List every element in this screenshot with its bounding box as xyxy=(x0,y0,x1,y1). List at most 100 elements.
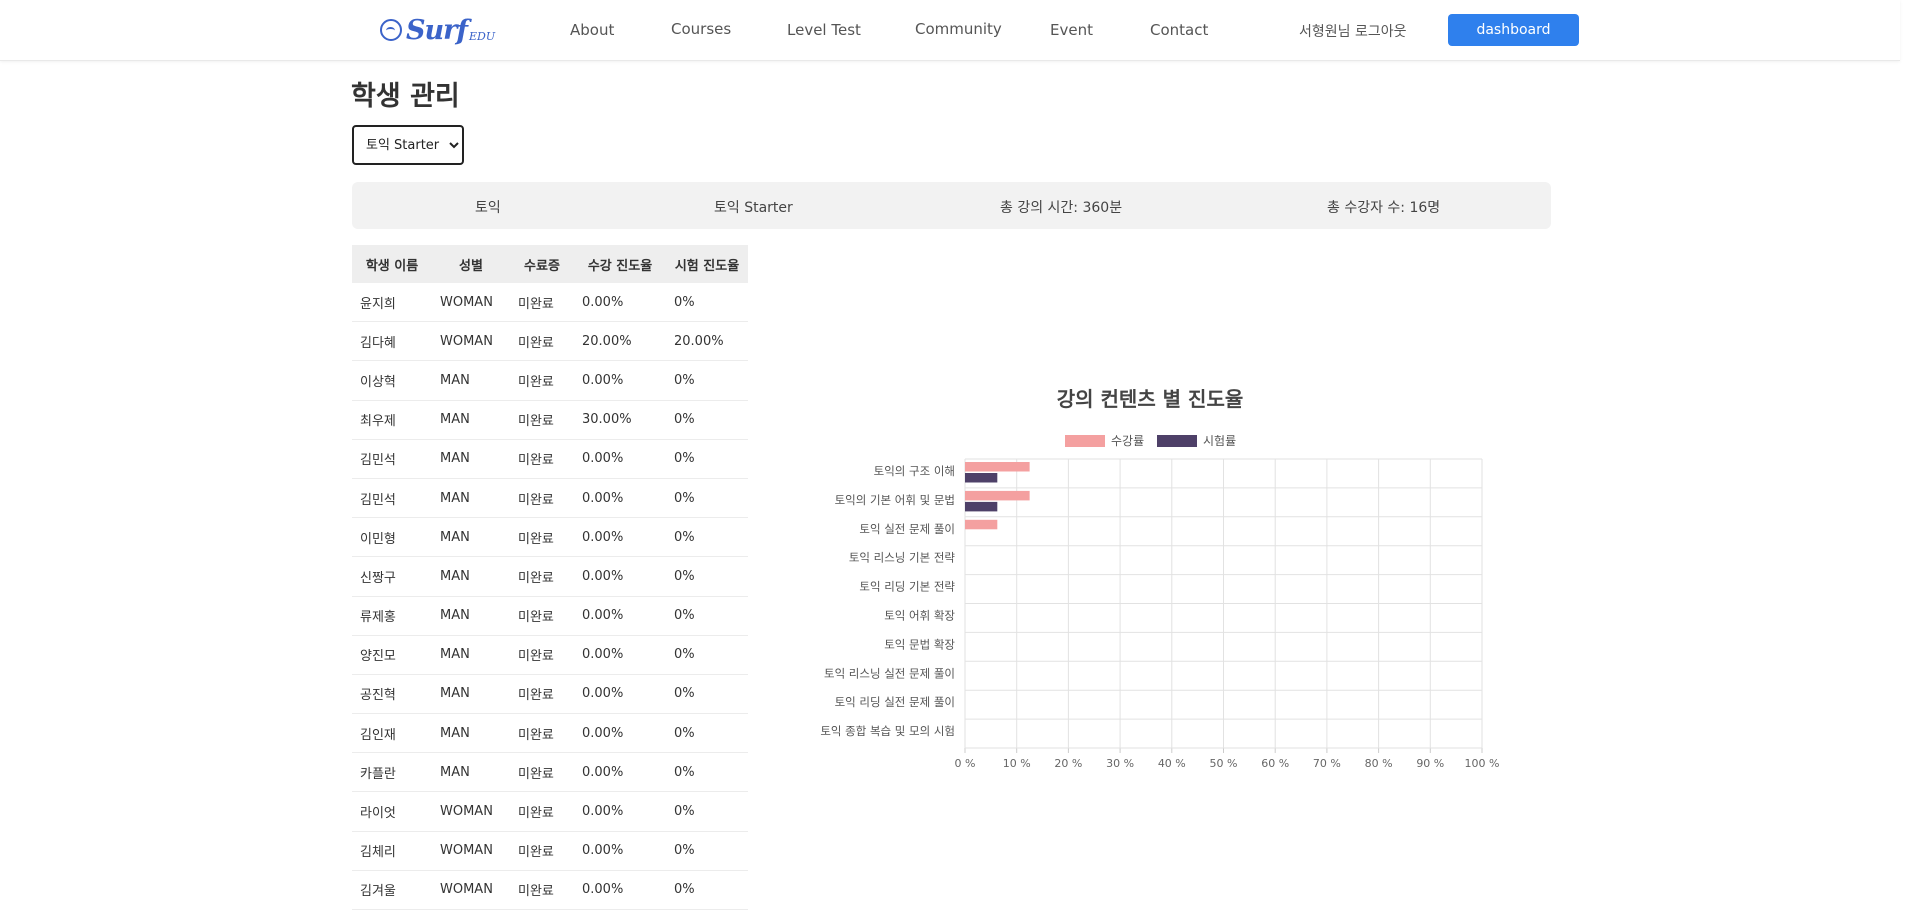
nav-about[interactable]: About xyxy=(570,21,614,39)
y-category-label: 토익 리딩 기본 전략 xyxy=(859,580,955,594)
dashboard-button[interactable]: dashboard xyxy=(1448,14,1579,46)
logo[interactable]: Surf EDU xyxy=(380,14,495,46)
cell-lecture-progress: 0.00% xyxy=(574,791,666,832)
cell-name: 류제홍 xyxy=(352,596,432,636)
table-row[interactable]: 라이엇 WOMAN 미완료 0.00% 0% xyxy=(352,791,748,832)
cell-lecture-progress: 0.00% xyxy=(574,596,666,636)
info-total-students: 총 수강자 수: 16명 xyxy=(1327,200,1441,216)
bar-exam xyxy=(965,473,998,483)
cell-certificate: 미완료 xyxy=(510,870,574,911)
cell-exam-progress: 0% xyxy=(666,596,748,636)
cell-lecture-progress: 0.00% xyxy=(574,556,666,597)
cell-exam-progress: 0% xyxy=(666,556,748,597)
cell-exam-progress: 0% xyxy=(666,283,748,323)
cell-name: 김겨울 xyxy=(352,870,432,911)
table-header-row: 학생 이름 성별 수료증 수강 진도율 시험 진도율 xyxy=(352,245,748,283)
x-tick-label: 90 % xyxy=(1416,757,1444,770)
cell-exam-progress: 0% xyxy=(666,439,748,479)
table-body: 윤지희 WOMAN 미완료 0.00% 0% 김다혜 WOMAN 미완료 20.00% 20.00… xyxy=(352,283,748,911)
student-table: 학생 이름 성별 수료증 수강 진도율 시험 진도율 윤지희 WOMAN 미완료 0.… xyxy=(352,245,748,911)
col-header-certificate: 수료증 xyxy=(510,245,574,283)
table-row[interactable]: 김겨울 WOMAN 미완료 0.00% 0% xyxy=(352,870,748,911)
table-row[interactable]: 김민석 MAN 미완료 0.00% 0% xyxy=(352,478,748,519)
cell-lecture-progress: 0.00% xyxy=(574,478,666,519)
cell-exam-progress: 0% xyxy=(666,870,748,911)
cell-lecture-progress: 0.00% xyxy=(574,283,666,323)
cell-exam-progress: 0% xyxy=(666,635,748,675)
nav-level-test[interactable]: Level Test xyxy=(787,21,861,39)
table-row[interactable]: 김인재 MAN 미완료 0.00% 0% xyxy=(352,713,748,754)
table-row[interactable]: 공진혁 MAN 미완료 0.00% 0% xyxy=(352,674,748,715)
cell-certificate: 미완료 xyxy=(510,596,574,636)
x-tick-label: 30 % xyxy=(1106,757,1134,770)
cell-name: 김체리 xyxy=(352,831,432,871)
y-category-label: 토익 어휘 확장 xyxy=(884,609,955,623)
cell-name: 카플란 xyxy=(352,752,432,793)
legend-lecture: 수강률 xyxy=(1065,432,1144,449)
bar-lecture xyxy=(965,462,1030,472)
info-total-time: 총 강의 시간: 360분 xyxy=(1000,200,1123,216)
table-row[interactable]: 류제홍 MAN 미완료 0.00% 0% xyxy=(352,596,748,636)
nav-courses[interactable]: Courses xyxy=(671,20,731,38)
legend-swatch-exam xyxy=(1157,434,1197,447)
progress-chart: 0 % 10 % 20 % 30 % 40 % 50 % 60 % 70 % 80 % 90 % 1… xyxy=(820,458,1500,770)
nav-contact[interactable]: Contact xyxy=(1150,21,1208,39)
cell-lecture-progress: 0.00% xyxy=(574,713,666,754)
cell-certificate: 미완료 xyxy=(510,713,574,754)
table-row[interactable]: 김민석 MAN 미완료 0.00% 0% xyxy=(352,439,748,479)
cell-certificate: 미완료 xyxy=(510,517,574,558)
col-header-name: 학생 이름 xyxy=(352,245,432,283)
cell-name: 신짱구 xyxy=(352,556,432,597)
cell-name: 윤지희 xyxy=(352,283,432,323)
cell-lecture-progress: 20.00% xyxy=(574,321,666,362)
cell-certificate: 미완료 xyxy=(510,321,574,362)
bar-exam xyxy=(965,501,998,512)
cell-lecture-progress: 0.00% xyxy=(574,439,666,479)
logo-text: Surf xyxy=(406,14,468,46)
table-row[interactable]: 카플란 MAN 미완료 0.00% 0% xyxy=(352,752,748,793)
cell-name: 공진혁 xyxy=(352,674,432,715)
table-row[interactable]: 김체리 WOMAN 미완료 0.00% 0% xyxy=(352,831,748,871)
nav-community[interactable]: Community xyxy=(915,20,1002,38)
table-row[interactable]: 김다혜 WOMAN 미완료 20.00% 20.00% xyxy=(352,321,748,362)
table-row[interactable]: 양진모 MAN 미완료 0.00% 0% xyxy=(352,635,748,675)
cell-gender: MAN xyxy=(432,596,510,636)
table-row[interactable]: 윤지희 WOMAN 미완료 0.00% 0% xyxy=(352,283,748,323)
cell-name: 이상혁 xyxy=(352,360,432,401)
chart-title: 강의 컨텐츠 별 진도율 xyxy=(1056,387,1244,411)
cell-gender: MAN xyxy=(432,752,510,793)
y-category-label: 토익의 기본 어휘 및 문법 xyxy=(835,493,955,507)
cell-name: 김다혜 xyxy=(352,321,432,362)
course-select[interactable]: 토익 Starter xyxy=(352,125,464,165)
legend-exam: 시험률 xyxy=(1157,432,1236,449)
logout-link[interactable]: 서형원님 로그아웃 xyxy=(1299,21,1407,41)
cell-exam-progress: 0% xyxy=(666,713,748,754)
cell-certificate: 미완료 xyxy=(510,831,574,871)
course-info-bar: 토익 토익 Starter 총 강의 시간: 360분 총 수강자 수: 16명 xyxy=(352,182,1551,229)
cell-gender: MAN xyxy=(432,674,510,715)
bar-lecture xyxy=(965,519,998,530)
y-category-label: 토익 종합 복습 및 모의 시험 xyxy=(820,724,955,738)
y-category-label: 토익 리딩 실전 문제 풀이 xyxy=(835,695,955,709)
table-row[interactable]: 이민형 MAN 미완료 0.00% 0% xyxy=(352,517,748,558)
cell-certificate: 미완료 xyxy=(510,478,574,519)
cell-gender: WOMAN xyxy=(432,283,510,323)
cell-gender: MAN xyxy=(432,439,510,479)
page-title: 학생 관리 xyxy=(351,81,460,112)
y-category-label: 토익 리스닝 실전 문제 풀이 xyxy=(824,666,955,680)
cell-exam-progress: 0% xyxy=(666,831,748,871)
legend-swatch-lecture xyxy=(1065,434,1105,447)
nav-event[interactable]: Event xyxy=(1050,21,1093,39)
cell-lecture-progress: 0.00% xyxy=(574,870,666,911)
table-row[interactable]: 최우제 MAN 미완료 30.00% 0% xyxy=(352,400,748,440)
x-tick-label: 60 % xyxy=(1261,757,1289,770)
cell-certificate: 미완료 xyxy=(510,791,574,832)
cell-name: 최우제 xyxy=(352,400,432,440)
cell-certificate: 미완료 xyxy=(510,635,574,675)
table-row[interactable]: 이상혁 MAN 미완료 0.00% 0% xyxy=(352,360,748,401)
legend-label-lecture: 수강률 xyxy=(1111,434,1145,448)
y-category-label: 토익 실전 문제 풀이 xyxy=(859,522,955,536)
y-category-label: 토익 문법 확장 xyxy=(884,637,955,651)
x-tick-label: 100 % xyxy=(1465,757,1500,770)
table-row[interactable]: 신짱구 MAN 미완료 0.00% 0% xyxy=(352,556,748,597)
